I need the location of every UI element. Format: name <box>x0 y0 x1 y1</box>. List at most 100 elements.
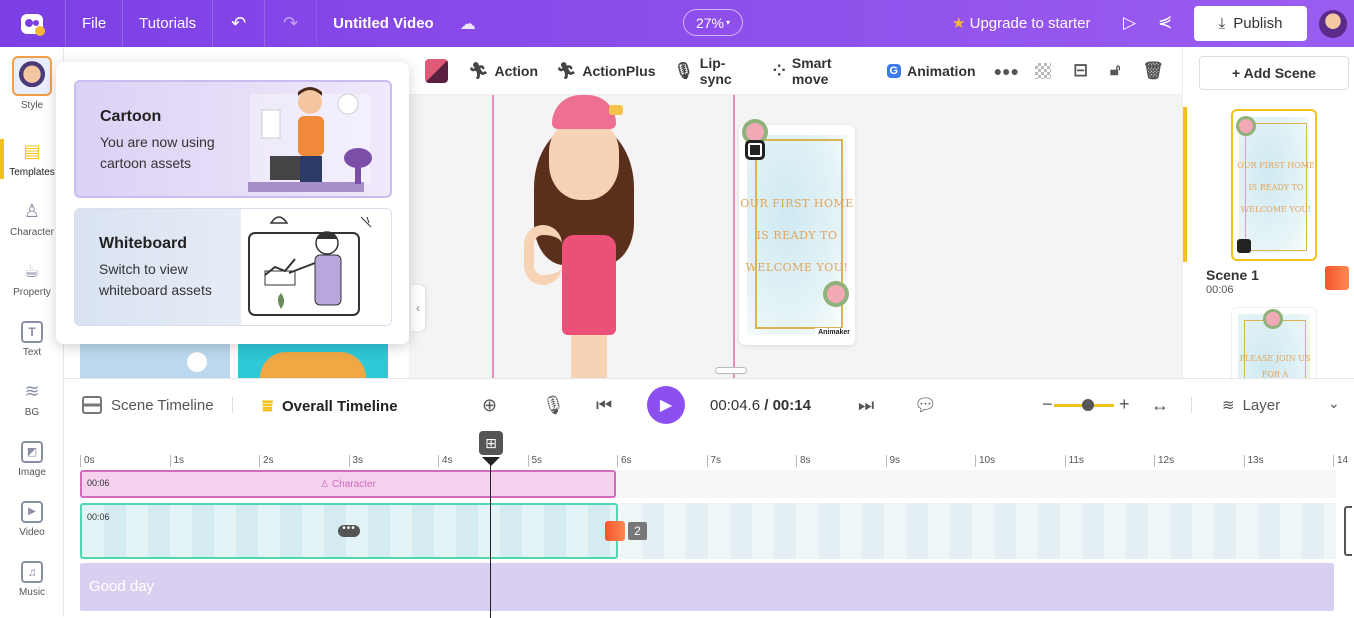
skip-back-icon[interactable]: ⏮︎ <box>596 395 612 416</box>
undo-icon[interactable]: ↶ <box>213 0 266 47</box>
publish-button[interactable]: ⤓ Publish <box>1194 6 1307 41</box>
sidebar-item-text[interactable]: T Text <box>0 309 64 369</box>
subtitle-icon[interactable]: 💬︎ <box>914 395 937 416</box>
play-button[interactable]: ▶ <box>647 386 685 424</box>
user-avatar[interactable] <box>1319 10 1347 38</box>
scene-thumbnail-2[interactable]: PLEASE JOIN US FOR A HOUSEWARMING <box>1231 307 1317 378</box>
scene-thumb-line: WELCOME YOU! <box>1240 205 1312 214</box>
sidebar-item-bg[interactable]: ≋ BG <box>0 369 64 429</box>
style-panel: Cartoon You are now using cartoon assets… <box>56 62 409 344</box>
scenes-panel: + Add Scene OUR FIRST HOME IS READY TO W… <box>1182 47 1354 378</box>
zoom-in-icon[interactable]: + <box>1119 394 1130 415</box>
sidebar-item-label: Property <box>13 286 51 298</box>
sidebar-item-property[interactable]: ☕ Property <box>0 249 64 309</box>
timeline-panel: Scene Timeline ⩸ Overall Timeline ⊕ 🎙︎ ⏮… <box>64 378 1354 618</box>
background-track-scene-2[interactable] <box>620 503 1336 559</box>
scene-thumbnail-1[interactable]: OUR FIRST HOME IS READY TO WELCOME YOU! <box>1231 109 1317 261</box>
zoom-select[interactable]: 27% ▾ <box>683 9 743 36</box>
character-track[interactable]: 00:06 ♙ Character <box>80 470 616 498</box>
active-scene-indicator <box>1183 107 1187 262</box>
person-icon: ♙ <box>23 201 41 221</box>
templates-icon: ▤ <box>23 141 41 161</box>
sidebar-item-music[interactable]: ♫ Music <box>0 549 64 609</box>
smart-move-button[interactable]: ⁘ Smart move <box>772 55 868 87</box>
action-plus-label: ActionPlus <box>582 62 656 79</box>
transition-icon[interactable] <box>605 521 625 541</box>
divider <box>1191 397 1192 413</box>
scene-transition-icon[interactable] <box>1325 266 1349 290</box>
track-end-handle[interactable] <box>1344 506 1352 556</box>
total-time: 00:14 <box>772 397 811 414</box>
smart-move-icon: ⁘ <box>772 62 786 80</box>
sidebar-item-style[interactable]: Style <box>0 53 64 113</box>
playhead-handle[interactable]: ⊞ <box>479 431 503 455</box>
delete-icon[interactable]: 🗑︎ <box>1142 61 1164 81</box>
cloud-sync-icon: ☁ <box>459 15 476 33</box>
collapse-timeline-chevron-icon[interactable]: ⌄ <box>1328 395 1340 412</box>
time-separator: / <box>760 397 773 414</box>
more-options-icon[interactable]: ••• <box>338 524 360 537</box>
zoom-out-icon[interactable]: − <box>1042 394 1053 415</box>
zoom-value: 27% <box>695 14 724 31</box>
menu-file[interactable]: File <box>66 0 124 47</box>
zoom-slider-knob[interactable] <box>1082 399 1094 411</box>
template-thumbnail[interactable] <box>238 342 388 378</box>
app-logo[interactable] <box>0 0 66 47</box>
expand-horizontal-icon[interactable]: ↔ <box>1151 395 1169 416</box>
animation-button[interactable]: G Animation <box>886 63 976 79</box>
preview-play-icon[interactable]: ▷ <box>1123 13 1136 33</box>
style-option-cartoon[interactable]: Cartoon You are now using cartoon assets <box>74 80 392 198</box>
scene-canvas[interactable]: OUR FIRST HOME IS READY TO WELCOME YOU! … <box>409 95 1182 378</box>
character-figure[interactable] <box>409 95 709 378</box>
more-options-icon[interactable]: ●●● <box>994 63 1019 79</box>
ruler-tick: 9s <box>885 455 900 467</box>
sidebar-item-character[interactable]: ♙ Character <box>0 189 64 249</box>
add-scene-button[interactable]: + Add Scene <box>1199 56 1349 90</box>
thumb-circle <box>187 352 207 372</box>
lip-sync-label: Lip-sync <box>699 54 732 87</box>
person-icon: ♙ <box>320 479 330 490</box>
align-icon[interactable]: ⊟ <box>1073 60 1088 81</box>
color-swatch[interactable] <box>425 58 449 83</box>
image-icon: ◩ <box>21 440 43 463</box>
template-thumbnail[interactable] <box>80 342 230 378</box>
ruler-tick: 4s <box>438 455 453 467</box>
background-track-scene-1[interactable]: 00:06 ••• <box>80 503 618 559</box>
style-option-whiteboard[interactable]: Whiteboard Switch to view whiteboard ass… <box>74 208 392 326</box>
style-option-title: Cartoon <box>100 108 162 125</box>
action-plus-button[interactable]: 🏃︎ ActionPlus <box>556 61 655 81</box>
scene-name[interactable]: Scene 1 <box>1206 267 1259 283</box>
text-track[interactable]: Good day <box>80 563 1334 611</box>
time-ruler[interactable]: 0s 1s 2s 3s 4s 5s 6s 7s 8s 9s 10s 11s 12… <box>80 455 1350 469</box>
playhead-line[interactable] <box>490 461 491 618</box>
canvas-resize-handle[interactable] <box>715 367 747 374</box>
tab-scene-timeline[interactable]: Scene Timeline <box>82 396 214 414</box>
lock-icon[interactable]: 🔓︎ <box>1110 62 1120 80</box>
action-button[interactable]: 🏃︎ Action <box>468 61 538 81</box>
tab-overall-timeline[interactable]: ⩸ Overall Timeline <box>262 396 398 417</box>
star-icon: ★ <box>952 15 966 32</box>
sidebar-item-image[interactable]: ◩ Image <box>0 429 64 489</box>
layer-button[interactable]: ≋ Layer <box>1222 396 1280 415</box>
character-arm <box>524 225 562 285</box>
ruler-tick: 10s <box>975 455 995 467</box>
playhead-marker[interactable] <box>482 457 500 466</box>
upgrade-link[interactable]: ★ Upgrade to starter <box>952 14 1091 32</box>
transparency-icon[interactable] <box>1034 62 1051 79</box>
sidebar-item-video[interactable]: ▶ Video <box>0 489 64 549</box>
sidebar-item-label: Style <box>20 99 44 111</box>
fit-zoom-icon[interactable]: ⊕ <box>482 395 497 416</box>
character-dress <box>562 235 616 335</box>
action-label: Action <box>494 62 539 79</box>
checker-pattern <box>1034 62 1051 79</box>
menu-tutorials[interactable]: Tutorials <box>123 0 214 47</box>
lip-sync-button[interactable]: 🎙︎ Lip-sync <box>673 55 754 87</box>
skip-forward-icon[interactable]: ⏭︎ <box>858 395 874 416</box>
collapse-panel-chevron-icon[interactable]: ‹ <box>411 285 425 331</box>
redo-icon[interactable]: ↷ <box>265 0 318 47</box>
share-icon[interactable]: ⋞ <box>1158 12 1172 32</box>
sidebar-item-templates[interactable]: ▤ Templates <box>0 129 64 189</box>
project-title[interactable]: Untitled Video <box>317 15 434 32</box>
ruler-tick: 1s <box>169 455 184 467</box>
voice-record-icon[interactable]: 🎙︎ <box>542 395 565 416</box>
